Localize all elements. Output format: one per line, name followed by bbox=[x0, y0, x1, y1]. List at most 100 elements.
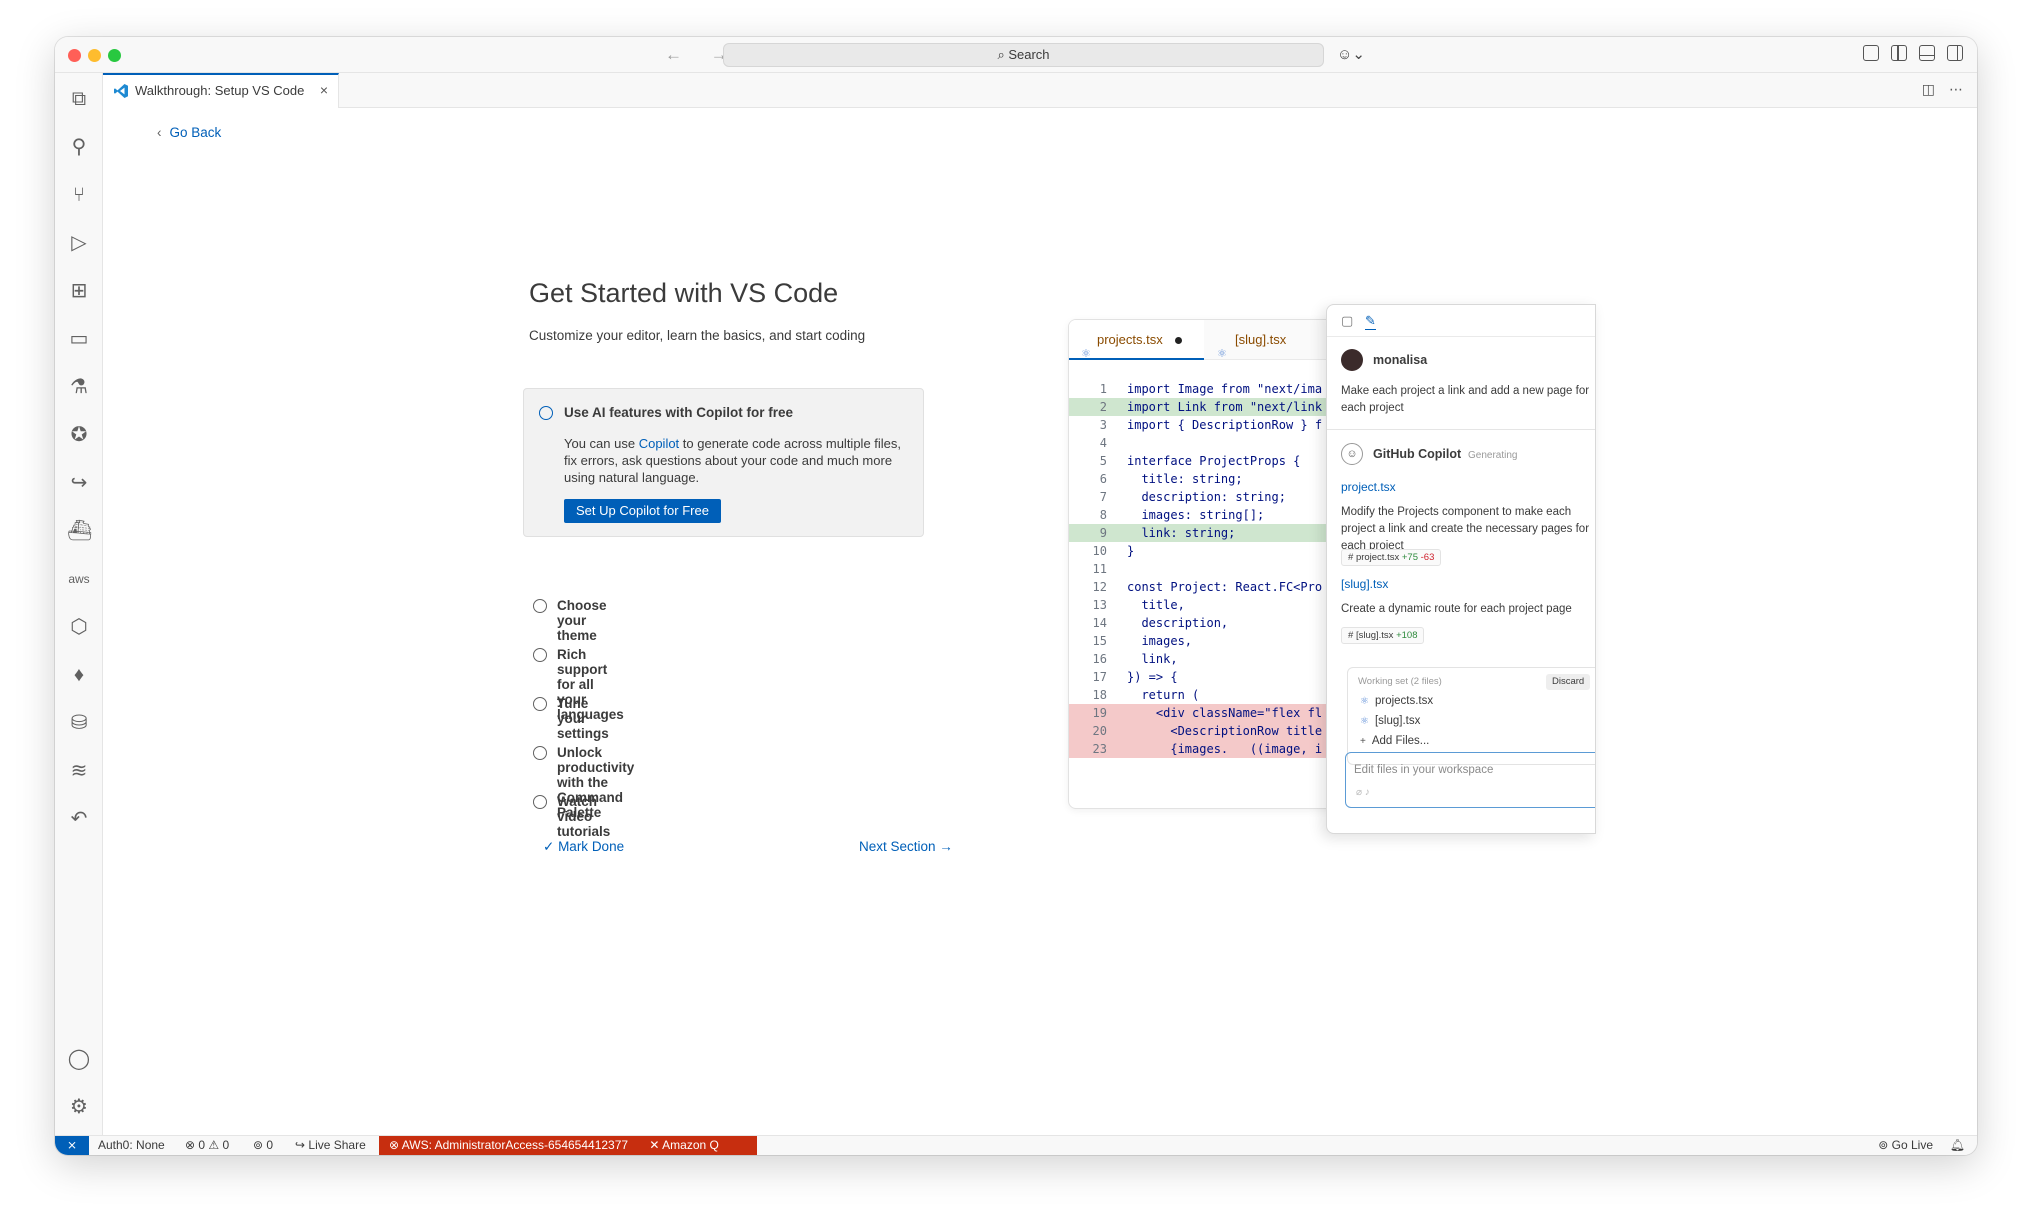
chat-input: Edit files in your workspace ⌀ ♪ bbox=[1345, 752, 1595, 808]
amazon-q-label: Amazon Q bbox=[662, 1138, 719, 1152]
source-control-icon[interactable]: ⑂ bbox=[67, 183, 91, 207]
toggle-secondary-sidebar-icon[interactable] bbox=[1947, 45, 1963, 61]
file-diff-chip: # project.tsx +75 -63 bbox=[1341, 549, 1442, 566]
toggle-primary-sidebar-icon[interactable] bbox=[1891, 45, 1907, 61]
code-text: description, bbox=[1127, 616, 1229, 630]
problems-status[interactable]: ⊗ 0 ⚠ 0 bbox=[185, 1136, 229, 1155]
walkthrough-content: ‹ Go Back Get Started with VS Code Custom… bbox=[103, 108, 1977, 1135]
aws-status[interactable]: ⊗ AWS: AdministratorAccess-654654412377 … bbox=[379, 1136, 757, 1155]
code-line: 3 import { DescriptionRow } f bbox=[1069, 416, 1352, 434]
search-label: Search bbox=[1008, 47, 1050, 62]
page-title: Get Started with VS Code bbox=[529, 278, 839, 308]
timeline-icon[interactable]: ↶ bbox=[67, 807, 91, 831]
go-back-link[interactable]: ‹ Go Back bbox=[157, 125, 221, 140]
line-number: 14 bbox=[1092, 616, 1107, 630]
code-line: 9 link: string; bbox=[1069, 524, 1352, 542]
mark-done-link[interactable]: ✓ Mark Done bbox=[543, 839, 624, 855]
explorer-icon[interactable]: ⧉ bbox=[67, 87, 91, 111]
next-section-link[interactable]: Next Section → bbox=[859, 839, 953, 854]
page-subtitle: Customize your editor, learn the basics,… bbox=[529, 328, 866, 343]
code-text: title, bbox=[1127, 598, 1185, 612]
step-radio[interactable] bbox=[533, 648, 547, 662]
code-text: interface ProjectProps { bbox=[1127, 454, 1301, 468]
line-number: 10 bbox=[1092, 544, 1107, 558]
toggle-panel-icon[interactable] bbox=[1919, 45, 1935, 61]
copilot-icon[interactable]: ☺⌄ bbox=[1337, 45, 1365, 63]
copilot-link[interactable]: Copilot bbox=[639, 436, 679, 451]
extensions-icon[interactable]: ⊞ bbox=[67, 279, 91, 303]
step-radio[interactable] bbox=[533, 697, 547, 711]
search-icon[interactable]: ⚲ bbox=[67, 135, 91, 159]
setup-copilot-button[interactable]: Set Up Copilot for Free bbox=[564, 499, 721, 523]
divider bbox=[1327, 429, 1595, 430]
close-icon[interactable]: × bbox=[320, 75, 328, 106]
step-radio[interactable] bbox=[533, 746, 547, 760]
run-debug-icon[interactable]: ▷ bbox=[67, 231, 91, 255]
auth0-status[interactable]: Auth0: None bbox=[98, 1136, 165, 1155]
tab-label: projects.tsx bbox=[1097, 332, 1163, 347]
command-center-search[interactable]: ⌕ Search bbox=[723, 43, 1324, 67]
live-share-status[interactable]: ↪ Live Share bbox=[295, 1136, 366, 1155]
line-number: 17 bbox=[1092, 670, 1107, 684]
step-title: Choose your theme bbox=[557, 598, 607, 643]
line-number: 12 bbox=[1092, 580, 1107, 594]
chip-additions: +108 bbox=[1396, 630, 1418, 641]
plus-icon: + bbox=[1360, 736, 1366, 747]
code-line: 7 description: string; bbox=[1069, 488, 1352, 506]
code-text: return ( bbox=[1127, 688, 1200, 702]
code-text: const Project: React.FC<Pro bbox=[1127, 580, 1323, 594]
remote-indicator-icon[interactable]: ⨯ bbox=[55, 1136, 89, 1155]
notifications-bell-icon[interactable]: 🔔︎ bbox=[1950, 1136, 1965, 1155]
kubernetes-icon[interactable]: ⬡ bbox=[67, 615, 91, 639]
more-icon[interactable]: ⋯ bbox=[1949, 81, 1963, 98]
testing-icon[interactable]: ⚗ bbox=[67, 375, 91, 399]
live-share-icon[interactable]: ↪ bbox=[67, 471, 91, 495]
tab-walkthrough[interactable]: Walkthrough: Setup VS Code × bbox=[103, 73, 339, 108]
line-number: 15 bbox=[1092, 634, 1107, 648]
code-line: 23 {images. ((image, i bbox=[1069, 740, 1352, 758]
copilot-icon: ☺ bbox=[1341, 443, 1363, 465]
working-set-file: ⚛ [slug].tsx bbox=[1360, 715, 1420, 727]
mongodb-icon[interactable]: ♦ bbox=[67, 663, 91, 687]
avatar bbox=[1341, 349, 1363, 371]
line-number: 3 bbox=[1099, 418, 1107, 432]
step-radio[interactable] bbox=[539, 406, 553, 420]
live-share-icon: ↪ bbox=[295, 1138, 309, 1152]
step-title: Use AI features with Copilot for free bbox=[564, 405, 794, 420]
split-editor-icon[interactable]: ◫ bbox=[1922, 81, 1935, 98]
manage-gear-icon[interactable]: ⚙ bbox=[67, 1095, 91, 1119]
step-radio[interactable] bbox=[533, 795, 547, 809]
vscode-logo-icon bbox=[114, 84, 128, 98]
step-copilot[interactable]: Use AI features with Copilot for free Yo… bbox=[523, 388, 924, 537]
vscode-window: ← → ⌕ Search ☺⌄ ⧉ ⚲ ⑂ ▷ ⊞ ▭ ⚗ ✪ ↪ ⛴ aws … bbox=[55, 37, 1977, 1155]
code-line: 11 bbox=[1069, 560, 1352, 578]
ports-status[interactable]: ⊚ 0 bbox=[253, 1136, 273, 1155]
layers-icon[interactable]: ≋ bbox=[67, 759, 91, 783]
step-radio[interactable] bbox=[533, 599, 547, 613]
chevron-left-icon: ‹ bbox=[157, 125, 162, 140]
code-text: link, bbox=[1127, 652, 1178, 666]
add-files-label: Add Files... bbox=[1371, 735, 1430, 747]
go-back-label: Go Back bbox=[169, 125, 222, 140]
close-window-button[interactable] bbox=[68, 49, 81, 62]
line-number: 6 bbox=[1099, 472, 1107, 486]
remote-explorer-icon[interactable]: ▭ bbox=[67, 327, 91, 351]
auth0-icon[interactable]: ✪ bbox=[67, 423, 91, 447]
line-number: 1 bbox=[1099, 382, 1107, 396]
illustration-tab-bar: ⚛ projects.tsx ⚛ [slug].tsx bbox=[1069, 320, 1352, 360]
zoom-window-button[interactable] bbox=[108, 49, 121, 62]
code-line: 13 title, bbox=[1069, 596, 1352, 614]
customize-layout-icon[interactable] bbox=[1863, 45, 1879, 61]
error-icon: ⊗ bbox=[389, 1138, 402, 1152]
accounts-icon[interactable]: ◯ bbox=[67, 1047, 91, 1071]
minimize-window-button[interactable] bbox=[88, 49, 101, 62]
ports-count: 0 bbox=[266, 1138, 274, 1152]
go-live-status[interactable]: ⊚ Go Live bbox=[1878, 1136, 1933, 1155]
code-line: 20 <DescriptionRow title bbox=[1069, 722, 1352, 740]
docker-icon[interactable]: ⛴ bbox=[67, 519, 92, 543]
aws-icon[interactable]: aws bbox=[67, 567, 91, 591]
database-icon[interactable]: ⛁ bbox=[67, 711, 91, 735]
next-section-label: Next Section bbox=[859, 839, 936, 854]
code-line: 2 import Link from "next/link bbox=[1069, 398, 1352, 416]
code-line: 19 <div className="flex fl bbox=[1069, 704, 1352, 722]
